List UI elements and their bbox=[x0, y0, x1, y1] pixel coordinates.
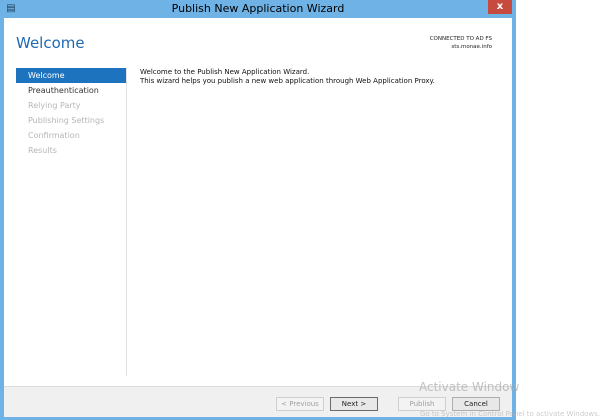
close-button[interactable]: x bbox=[488, 0, 512, 14]
welcome-line: Welcome to the Publish New Application W… bbox=[140, 68, 310, 76]
nav-item-relying-party: Relying Party bbox=[28, 101, 81, 110]
connection-label: CONNECTED TO AD FS bbox=[429, 36, 492, 42]
window-title: Publish New Application Wizard bbox=[171, 2, 345, 15]
wizard-step-nav: Welcome Preauthentication Relying Party … bbox=[16, 68, 127, 376]
page-title: Welcome bbox=[16, 34, 85, 52]
wizard-footer: < Previous Next > Publish Cancel bbox=[4, 386, 512, 417]
nav-item-preauthentication[interactable]: Preauthentication bbox=[16, 83, 126, 98]
previous-button[interactable]: < Previous bbox=[276, 397, 324, 411]
close-icon: x bbox=[496, 1, 504, 12]
nav-item-results: Results bbox=[28, 146, 57, 155]
nav-item-publishing-settings: Publishing Settings bbox=[28, 116, 105, 125]
next-button[interactable]: Next > bbox=[330, 397, 378, 411]
publish-button[interactable]: Publish bbox=[398, 397, 446, 411]
wizard-window: ▤ Publish New Application Wizard x Welco… bbox=[0, 0, 516, 420]
connection-server: sts.monae.info bbox=[451, 44, 492, 50]
wizard-client-area: Welcome CONNECTED TO AD FS sts.monae.inf… bbox=[4, 18, 512, 417]
welcome-content: Welcome to the Publish New Application W… bbox=[140, 68, 500, 86]
description-line: This wizard helps you publish a new web … bbox=[140, 77, 435, 85]
cancel-button[interactable]: Cancel bbox=[452, 397, 500, 411]
nav-item-welcome[interactable]: Welcome bbox=[16, 68, 126, 83]
nav-item-confirmation: Confirmation bbox=[28, 131, 80, 140]
wizard-header: Welcome CONNECTED TO AD FS sts.monae.inf… bbox=[4, 18, 512, 66]
title-bar[interactable]: ▤ Publish New Application Wizard x bbox=[0, 0, 516, 18]
